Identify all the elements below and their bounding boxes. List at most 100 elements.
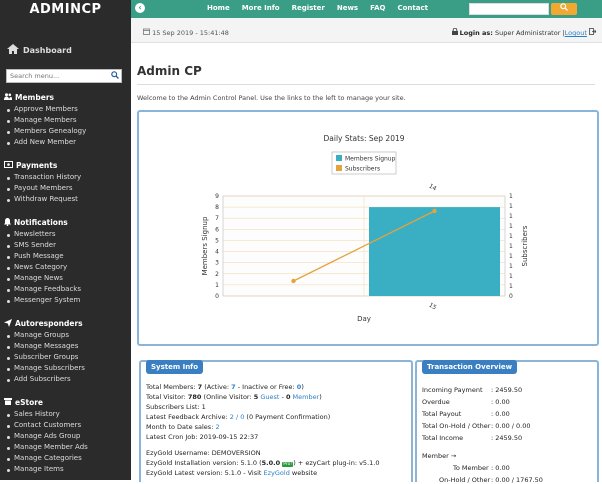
search-icon: [560, 3, 568, 13]
sidebar-item-members-genealogy[interactable]: Members Genealogy: [4, 126, 130, 137]
section-label: eStore: [15, 398, 44, 407]
brand-logo[interactable]: ADMINCP: [0, 0, 131, 22]
y-tick-label: 2: [215, 271, 219, 278]
label: (Active:: [202, 383, 232, 391]
row-label: Incoming Payment: [422, 386, 483, 394]
y-axis-label: Members Signup: [201, 216, 209, 275]
section-title-members[interactable]: Members: [4, 92, 130, 103]
label: - Inactive or Free:: [235, 383, 297, 391]
calendar-icon: [143, 28, 150, 37]
y2-tick-label: 1: [509, 253, 513, 260]
username-line: EzyGold Username: DEMOVERSION: [146, 449, 261, 457]
sidebar-search: [6, 69, 122, 83]
sidebar-item-manage-groups[interactable]: Manage Groups: [4, 330, 130, 341]
sidebar-item-sms-sender[interactable]: SMS Sender: [4, 240, 130, 251]
sidebar-item-manage-ads-group[interactable]: Manage Ads Group: [4, 431, 130, 442]
member-label: Member →: [422, 452, 457, 460]
sidebar-dashboard[interactable]: Dashboard: [7, 44, 72, 56]
sidebar-item-messenger-system[interactable]: Messenger System: [4, 295, 130, 306]
y-tick-label: 9: [215, 193, 219, 200]
sidebar-item-push-message[interactable]: Push Message: [4, 251, 130, 262]
legend-label: Members Signup: [345, 156, 396, 163]
top-search-button[interactable]: [551, 3, 577, 15]
latest-version-line: EzyGold Latest version: 5.1.0 - Visit Ez…: [146, 469, 317, 477]
member-link[interactable]: Member: [290, 393, 320, 401]
sidebar-item-add-new-member[interactable]: Add New Member: [4, 137, 130, 148]
sidebar-item-contact-customers[interactable]: Contact Customers: [4, 420, 130, 431]
login-user: Super Administrator: [494, 29, 561, 37]
nav-home[interactable]: Home: [207, 4, 230, 12]
section-title-payments[interactable]: Payments: [4, 160, 130, 171]
sidebar-section-members: Members Approve Members Manage Members M…: [4, 92, 130, 148]
sidebar-section-autoresponders: Autoresponders Manage Groups Manage Mess…: [4, 318, 130, 385]
value: 780: [187, 393, 202, 401]
onhold-label: On-Hold / Other: [439, 476, 491, 484]
login-label: Login as:: [459, 29, 493, 37]
sidebar-item-withdraw-request[interactable]: Withdraw Request: [4, 194, 130, 205]
sidebar-item-approve-members[interactable]: Approve Members: [4, 104, 130, 115]
row-value: : 0.00 / 0.00: [491, 422, 531, 430]
y-tick-label: 5: [215, 237, 219, 244]
sidebar-item-news-category[interactable]: News Category: [4, 262, 130, 273]
transaction-overview-panel: Transaction Overview Incoming Payment : …: [415, 360, 599, 484]
system-info-panel: System Info Total Members: 7 (Active: 7 …: [139, 360, 413, 482]
y-tick-label: 1: [215, 282, 219, 289]
section-title-estore[interactable]: eStore: [4, 397, 130, 408]
chart-svg: Daily Stats: Sep 2019 Members Signup Subsc…: [201, 134, 529, 323]
y-tick-label: 3: [215, 260, 219, 267]
sidebar-item-manage-member-ads[interactable]: Manage Member Ads: [4, 442, 130, 453]
nav-news[interactable]: News: [337, 4, 358, 12]
sidebar-item-manage-subscribers[interactable]: Manage Subscribers: [4, 363, 130, 374]
label: ): [319, 393, 322, 401]
nav-register[interactable]: Register: [292, 4, 325, 12]
point-subscribers: [291, 278, 296, 284]
onhold-value: : 0.00 / 1767.50: [491, 476, 543, 484]
x-top-tick-label: 14: [428, 183, 438, 193]
section-label: Members: [15, 93, 54, 102]
back-arrow-icon[interactable]: ‹: [135, 3, 145, 13]
ezygold-link[interactable]: EzyGold: [264, 469, 290, 477]
label: ) + ezyCart plug-in: v5.1.0: [293, 459, 380, 467]
logout-link[interactable]: Logout: [565, 29, 587, 37]
panel-title: System Info: [146, 360, 204, 374]
login-status: Login as: Super Administrator |Logout: [451, 27, 597, 37]
sidebar-item-manage-categories[interactable]: Manage Categories: [4, 453, 130, 464]
y2-tick-label: 1: [509, 213, 513, 220]
sidebar-item-subscriber-groups[interactable]: Subscriber Groups: [4, 352, 130, 363]
section-label: Payments: [16, 161, 58, 170]
sidebar-item-payout-members[interactable]: Payout Members: [4, 183, 130, 194]
top-search-input[interactable]: [469, 3, 549, 15]
sidebar-item-sales-history[interactable]: Sales History: [4, 409, 130, 420]
logout-icon[interactable]: [589, 28, 597, 37]
sidebar-item-transaction-history[interactable]: Transaction History: [4, 172, 130, 183]
sidebar-item-add-subscribers[interactable]: Add Subscribers: [4, 374, 130, 385]
nav-contact[interactable]: Contact: [397, 4, 428, 12]
page-title: Admin CP: [137, 64, 202, 78]
sidebar-item-newsletters[interactable]: Newsletters: [4, 229, 130, 240]
section-title-autoresponders[interactable]: Autoresponders: [4, 318, 130, 329]
section-title-notifications[interactable]: Notifications: [4, 217, 130, 228]
sidebar-item-manage-members[interactable]: Manage Members: [4, 115, 130, 126]
search-input[interactable]: [7, 70, 106, 82]
month-sales-link[interactable]: 2: [215, 423, 219, 431]
nav-faq[interactable]: FAQ: [370, 4, 385, 12]
sidebar-item-manage-items[interactable]: Manage Items: [4, 464, 130, 475]
y-tick-label: 8: [215, 204, 219, 211]
guest-link[interactable]: Guest: [258, 393, 279, 401]
label: ): [301, 383, 304, 391]
welcome-text: Welcome to the Admin Control Panel. Use …: [137, 94, 406, 102]
sidebar-item-manage-feedbacks[interactable]: Manage Feedbacks: [4, 284, 130, 295]
sidebar-item-manage-messages[interactable]: Manage Messages: [4, 341, 130, 352]
feedback-link[interactable]: 2 / 0: [230, 413, 245, 421]
sidebar-item-manage-news[interactable]: Manage News: [4, 273, 130, 284]
top-nav-menu: Home More Info Register News FAQ Contact: [207, 4, 440, 12]
label: Month to Date sales:: [146, 423, 216, 431]
y2-axis-label: Subscribers: [521, 225, 529, 266]
label: EzyGold Latest version: 5.1.0 - Visit: [146, 469, 264, 477]
search-icon[interactable]: [111, 71, 119, 81]
label: website: [289, 469, 318, 477]
chart-title: Daily Stats: Sep 2019: [323, 134, 404, 143]
legend-swatch: [336, 155, 342, 161]
nav-more-info[interactable]: More Info: [242, 4, 280, 12]
y2-tick-label: 1: [509, 263, 513, 270]
